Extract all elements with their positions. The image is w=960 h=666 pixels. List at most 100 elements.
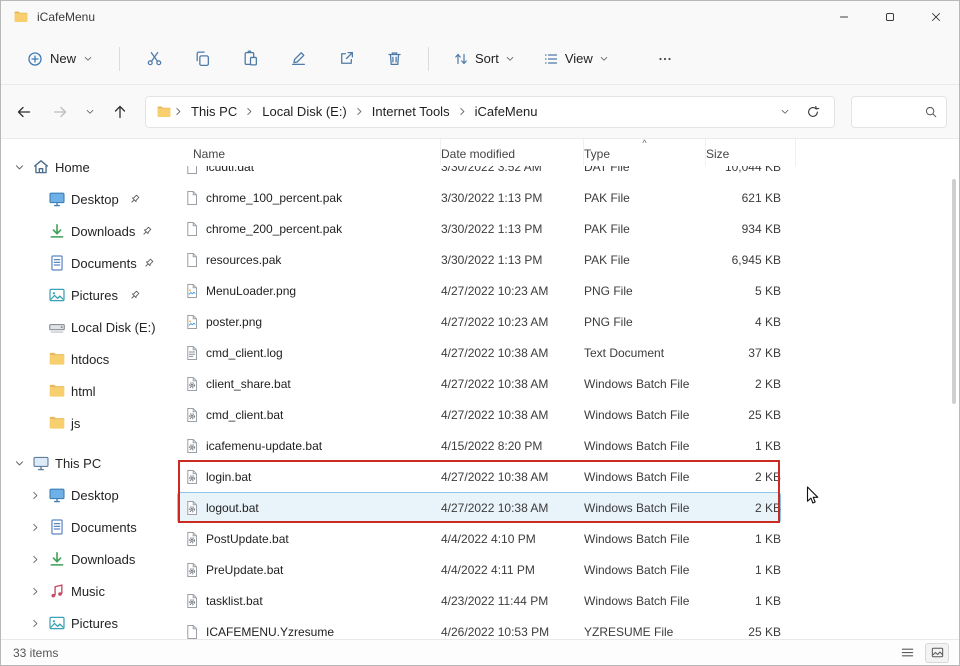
file-row[interactable]: chrome_100_percent.pak3/30/2022 1:13 PMP… [177, 182, 781, 213]
sidebar-item-desktop[interactable]: Desktop [1, 479, 177, 511]
cut-icon [146, 50, 163, 67]
sidebar-item-music[interactable]: Music [1, 575, 177, 607]
sidebar-item-label: This PC [55, 456, 101, 471]
breadcrumb-separator-icon [354, 106, 365, 117]
file-row[interactable]: PreUpdate.bat4/4/2022 4:11 PMWindows Bat… [177, 554, 781, 585]
pin-icon [128, 289, 141, 302]
column-header-date-modified[interactable]: Date modified [441, 139, 584, 166]
file-date-modified: 4/27/2022 10:38 AM [441, 470, 584, 484]
chevron-down-icon[interactable] [11, 455, 27, 471]
file-rows: icudtl.dat3/30/2022 3:52 AMDAT File10,04… [177, 151, 959, 639]
file-row[interactable]: tasklist.bat4/23/2022 11:44 PMWindows Ba… [177, 585, 781, 616]
sidebar-item-home[interactable]: Home [1, 151, 177, 183]
search-box[interactable] [851, 96, 947, 128]
up-button[interactable] [103, 96, 137, 128]
file-size: 2 KB [706, 470, 781, 484]
chevron-down-icon[interactable] [11, 159, 27, 175]
details-view-button[interactable] [895, 643, 919, 663]
breadcrumb-item[interactable]: Local Disk (E:) [256, 101, 353, 122]
sidebar-item-desktop[interactable]: Desktop [1, 183, 177, 215]
file-row[interactable]: MenuLoader.png4/27/2022 10:23 AMPNG File… [177, 275, 781, 306]
documents-icon [48, 518, 66, 536]
refresh-button[interactable] [796, 96, 830, 128]
column-header-type[interactable]: ^ Type [584, 139, 706, 166]
address-bar[interactable]: This PC Local Disk (E:) Internet Tools iCaf… [145, 96, 835, 128]
file-size: 37 KB [706, 346, 781, 360]
file-file-icon [184, 221, 200, 237]
back-button[interactable] [7, 96, 41, 128]
more-options-button[interactable] [645, 41, 685, 77]
maximize-button[interactable] [867, 1, 913, 33]
breadcrumb-item[interactable]: iCafeMenu [469, 101, 544, 122]
chevron-right-icon[interactable] [27, 615, 43, 631]
column-header-name[interactable]: Name [193, 139, 441, 166]
file-name: ICAFEMENU.Yzresume [201, 625, 441, 639]
paste-button[interactable] [230, 41, 270, 77]
sidebar-item-pictures[interactable]: Pictures [1, 607, 177, 639]
copy-button[interactable] [182, 41, 222, 77]
downloads-icon [48, 550, 66, 568]
text-file-icon [184, 345, 200, 361]
file-date-modified: 3/30/2022 1:13 PM [441, 222, 584, 236]
file-row[interactable]: PostUpdate.bat4/4/2022 4:10 PMWindows Ba… [177, 523, 781, 554]
close-button[interactable] [913, 1, 959, 33]
chevron-right-icon[interactable] [27, 583, 43, 599]
sidebar-item-label: Documents [71, 256, 137, 271]
search-input[interactable] [860, 105, 924, 119]
paste-icon [242, 50, 259, 67]
main-content: HomeDesktopDownloadsDocumentsPicturesLoc… [1, 139, 959, 639]
search-icon [924, 105, 938, 119]
refresh-icon [806, 105, 820, 119]
chevron-right-icon[interactable] [27, 551, 43, 567]
rename-button[interactable] [278, 41, 318, 77]
folder-icon [13, 9, 29, 25]
vertical-scrollbar[interactable] [952, 179, 956, 404]
file-row[interactable]: resources.pak3/30/2022 1:13 PMPAK File6,… [177, 244, 781, 275]
delete-button[interactable] [374, 41, 414, 77]
file-row[interactable]: cmd_client.bat4/27/2022 10:38 AMWindows … [177, 399, 781, 430]
recent-locations-button[interactable] [79, 96, 101, 128]
column-header-size[interactable]: Size [706, 139, 796, 166]
address-dropdown-button[interactable] [774, 96, 796, 128]
sidebar-item-documents[interactable]: Documents [1, 511, 177, 543]
sidebar-item-downloads[interactable]: Downloads [1, 543, 177, 575]
minimize-button[interactable] [821, 1, 867, 33]
sidebar-item-js[interactable]: js [1, 407, 177, 439]
file-row[interactable]: cmd_client.log4/27/2022 10:38 AMText Doc… [177, 337, 781, 368]
file-row[interactable]: logout.bat4/27/2022 10:38 AMWindows Batc… [177, 492, 781, 523]
sidebar-item-downloads[interactable]: Downloads [1, 215, 177, 247]
sidebar-item-local-disk-e[interactable]: Local Disk (E:) [1, 311, 177, 343]
sidebar-item-pictures[interactable]: Pictures [1, 279, 177, 311]
image-file-icon [184, 314, 200, 330]
sidebar-item-html[interactable]: html [1, 375, 177, 407]
chevron-right-icon[interactable] [27, 487, 43, 503]
file-row[interactable]: icafemenu-update.bat4/15/2022 8:20 PMWin… [177, 430, 781, 461]
cut-button[interactable] [134, 41, 174, 77]
file-size: 934 KB [706, 222, 781, 236]
chevron-right-icon[interactable] [27, 519, 43, 535]
file-row[interactable]: ICAFEMENU.Yzresume4/26/2022 10:53 PMYZRE… [177, 616, 781, 639]
sidebar-item-label: Home [55, 160, 90, 175]
file-file-icon [184, 190, 200, 206]
icons-view-button[interactable] [925, 643, 949, 663]
view-button[interactable]: View [533, 44, 619, 74]
window-title: iCafeMenu [37, 10, 95, 24]
file-row[interactable]: chrome_200_percent.pak3/30/2022 1:13 PMP… [177, 213, 781, 244]
forward-button[interactable] [43, 96, 77, 128]
new-button[interactable]: New [15, 44, 105, 74]
sidebar-item-documents[interactable]: Documents [1, 247, 177, 279]
sort-button[interactable]: Sort [443, 44, 525, 74]
file-row[interactable]: client_share.bat4/27/2022 10:38 AMWindow… [177, 368, 781, 399]
file-row[interactable]: login.bat4/27/2022 10:38 AMWindows Batch… [177, 461, 781, 492]
batch-file-icon [184, 593, 200, 609]
breadcrumb-item[interactable]: Internet Tools [366, 101, 456, 122]
sidebar-item-htdocs[interactable]: htdocs [1, 343, 177, 375]
share-button[interactable] [326, 41, 366, 77]
file-type: Windows Batch File [584, 532, 706, 546]
sidebar-item-this-pc[interactable]: This PC [1, 447, 177, 479]
tree-spacer [27, 319, 43, 335]
sort-button-label: Sort [475, 51, 499, 66]
file-row[interactable]: poster.png4/27/2022 10:23 AMPNG File4 KB [177, 306, 781, 337]
breadcrumb-item[interactable]: This PC [185, 101, 243, 122]
ellipsis-icon [657, 51, 673, 67]
